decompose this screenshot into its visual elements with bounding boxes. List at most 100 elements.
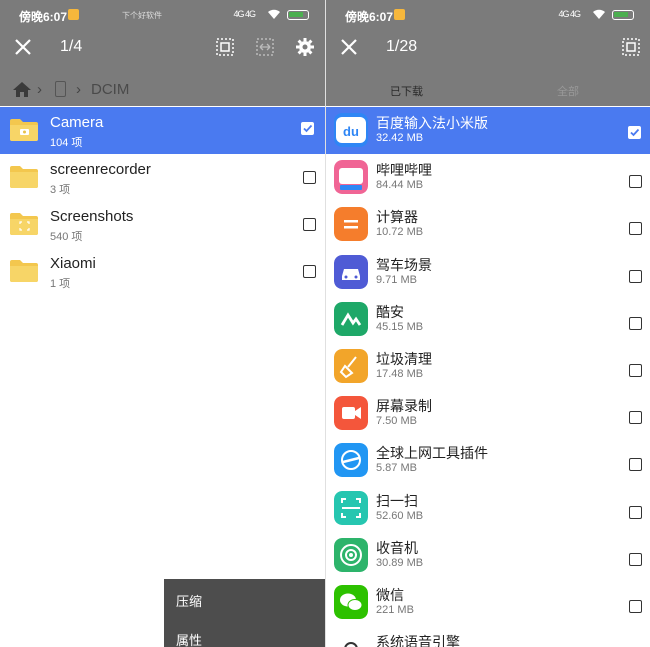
app-name: 驾车场景 <box>376 256 432 273</box>
app-name: 哔哩哔哩 <box>376 162 432 179</box>
bilibili-icon <box>334 160 368 195</box>
checkbox[interactable] <box>629 458 642 472</box>
status-time: 傍晚6:07 <box>345 10 394 24</box>
app-size: 17.48 MB <box>376 367 424 380</box>
checkbox[interactable] <box>629 175 642 189</box>
checkbox-checked[interactable] <box>628 126 641 139</box>
app-name: 系统语音引擎 <box>376 634 460 647</box>
chevron-right-icon: › <box>37 81 42 98</box>
checkbox[interactable] <box>303 265 316 278</box>
folder-icon <box>10 166 38 188</box>
select-all-icon[interactable] <box>621 37 641 57</box>
svg-text:du: du <box>343 124 359 139</box>
folder-icon <box>10 119 38 141</box>
radio-icon <box>334 537 368 572</box>
tab-bar: 已下载 全部 <box>326 73 650 106</box>
folder-name: Xiaomi <box>50 255 96 272</box>
folder-row[interactable]: Camera 104 项 <box>0 107 325 154</box>
app-size: 221 MB <box>376 603 414 616</box>
close-icon[interactable] <box>340 38 358 56</box>
app-size: 9.71 MB <box>376 273 417 286</box>
app-size: 52.60 MB <box>376 509 424 522</box>
status-bar: 傍晚6:07 下个好软件 4G 4G <box>0 0 325 28</box>
folder-row[interactable]: Xiaomi 1 项 <box>0 248 325 295</box>
app-size: 30.89 MB <box>376 556 424 569</box>
checkbox[interactable] <box>629 552 642 566</box>
app-size: 84.44 MB <box>376 179 424 192</box>
tab-all[interactable]: 全部 <box>557 83 579 99</box>
wechat-icon <box>334 584 368 619</box>
app-row[interactable]: 屏幕录制 7.50 MB <box>326 390 650 437</box>
wifi-icon <box>268 9 280 19</box>
app-row[interactable]: 驾车场景 9.71 MB <box>326 249 650 296</box>
menu-item-properties[interactable]: 属性 <box>176 630 202 647</box>
chevron-right-icon: › <box>76 81 81 98</box>
car-icon <box>334 254 368 289</box>
checkbox[interactable] <box>629 505 642 519</box>
checkbox[interactable] <box>629 269 642 283</box>
app-row[interactable]: 酷安 45.15 MB <box>326 296 650 343</box>
app-size: 5.87 MB <box>376 462 417 475</box>
app-row[interactable]: 哔哩哔哩 84.44 MB <box>326 154 650 201</box>
app-name: 屏幕录制 <box>376 398 432 415</box>
plane-icon <box>334 443 368 478</box>
folder-row[interactable]: Screenshots 540 项 <box>0 201 325 248</box>
coolapk-icon <box>334 301 368 336</box>
app-name: 收音机 <box>376 539 418 556</box>
toolbar: 傍晚6:07 下个好软件 4G 4G 1/4 <box>0 0 325 73</box>
app-name: 酷安 <box>376 303 404 320</box>
folder-row[interactable]: screenrecorder 3 项 <box>0 154 325 201</box>
breadcrumb-folder[interactable]: DCIM <box>91 81 129 98</box>
app-list-panel: 傍晚6:07 4G 4G 1/28 已下载 全部 du 百度输入法小米版 32.42… <box>325 0 650 647</box>
select-range-icon[interactable] <box>255 37 275 57</box>
app-row[interactable]: 扫一扫 52.60 MB <box>326 485 650 532</box>
app-row[interactable]: 微信 221 MB <box>326 579 650 626</box>
app-row[interactable]: du 百度输入法小米版 32.42 MB <box>326 107 650 155</box>
menu-item-compress[interactable]: 压缩 <box>176 591 202 610</box>
app-name: 计算器 <box>376 209 418 226</box>
status-bar: 傍晚6:07 4G 4G <box>326 0 650 28</box>
watermark-text: 下个好软件 <box>122 11 162 20</box>
select-all-icon[interactable] <box>215 37 235 57</box>
app-row[interactable]: 计算器 10.72 MB <box>326 201 650 248</box>
checkbox[interactable] <box>303 171 316 184</box>
folder-name: screenrecorder <box>50 161 151 178</box>
checkbox[interactable] <box>629 316 642 330</box>
checkbox-checked[interactable] <box>301 122 314 135</box>
breadcrumb: › › DCIM <box>0 73 325 106</box>
selection-count: 1/4 <box>60 38 83 55</box>
notification-icon <box>68 9 79 20</box>
app-name: 扫一扫 <box>376 492 418 509</box>
folder-list: Camera 104 项 screenrecorder 3 项 Screenshots 5… <box>0 107 325 295</box>
app-row[interactable]: 全球上网工具插件 5.87 MB <box>326 437 650 484</box>
settings-gear-icon[interactable] <box>295 37 315 57</box>
notification-icon <box>394 9 405 20</box>
app-name: 全球上网工具插件 <box>376 445 488 462</box>
app-list: du 百度输入法小米版 32.42 MB 哔哩哔哩 84.44 MB 计算器 10.72 M… <box>326 107 650 647</box>
voice-engine-icon <box>334 632 368 647</box>
checkbox[interactable] <box>629 411 642 425</box>
folder-item-count: 3 项 <box>50 184 71 196</box>
file-browser-panel: 傍晚6:07 下个好软件 4G 4G 1/4 › › DCIM Camera 10… <box>0 0 325 647</box>
screen-root: 傍晚6:07 下个好软件 4G 4G 1/4 › › DCIM Camera 10… <box>0 0 650 647</box>
checkbox[interactable] <box>303 218 316 231</box>
phone-storage-icon[interactable] <box>55 81 66 97</box>
app-name: 百度输入法小米版 <box>376 115 488 131</box>
toolbar: 傍晚6:07 4G 4G 1/28 <box>326 0 650 73</box>
checkbox[interactable] <box>629 599 642 613</box>
battery-icon <box>612 10 634 20</box>
app-size: 7.50 MB <box>376 415 417 428</box>
status-time: 傍晚6:07 <box>19 10 68 24</box>
app-row[interactable]: 垃圾清理 17.48 MB <box>326 343 650 390</box>
tab-downloaded[interactable]: 已下载 <box>390 83 423 99</box>
folder-icon <box>10 213 38 235</box>
folder-item-count: 104 项 <box>50 137 83 149</box>
checkbox[interactable] <box>629 363 642 377</box>
wifi-icon <box>593 9 605 19</box>
checkbox[interactable] <box>629 222 642 236</box>
close-icon[interactable] <box>14 38 32 56</box>
home-icon[interactable] <box>12 81 32 98</box>
app-size: 10.72 MB <box>376 226 424 239</box>
app-row[interactable]: 系统语音引擎 <box>326 626 650 647</box>
app-row[interactable]: 收音机 30.89 MB <box>326 532 650 579</box>
